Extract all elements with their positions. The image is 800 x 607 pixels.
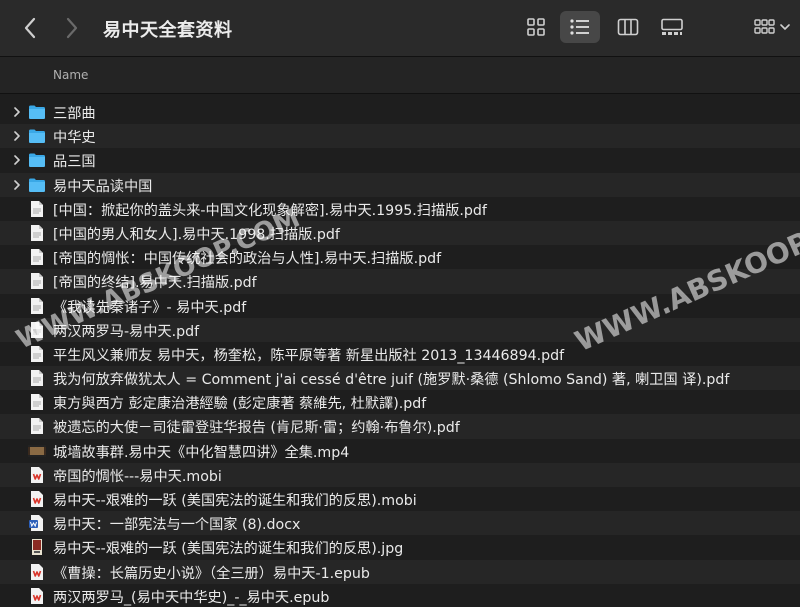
mobi-file-icon xyxy=(28,490,46,508)
folder-row[interactable]: 易中天品读中国 xyxy=(0,172,800,197)
pdf-file-icon xyxy=(28,369,46,387)
gallery-view-button[interactable] xyxy=(652,11,692,43)
file-name: [中国：掀起你的盖头来-中国文化现象解密].易中天.1995.扫描版.pdf xyxy=(53,202,487,219)
file-name: 東方與西方 彭定康治港經驗 (彭定康著 蔡維先, 杜默譯).pdf xyxy=(53,396,427,413)
file-name: 易中天--艰难的一跃 (美国宪法的诞生和我们的反思).mobi xyxy=(53,493,417,509)
grid-icon xyxy=(527,18,545,36)
image-file-icon xyxy=(28,538,46,556)
file-name: 帝国的惆怅---易中天.mobi xyxy=(53,468,222,485)
file-name: 易中天--艰难的一跃 (美国宪法的诞生和我们的反思).jpg xyxy=(53,541,404,558)
column-header: Name xyxy=(0,57,800,94)
file-name: 易中天品读中国 xyxy=(53,178,153,195)
chevron-down-icon xyxy=(780,24,790,31)
name-column-header[interactable]: Name xyxy=(53,68,88,82)
file-name: 《我读先秦诸子》- 易中天.pdf xyxy=(53,299,247,316)
folder-row[interactable]: 中华史 xyxy=(0,124,800,149)
file-row[interactable]: 易中天--艰难的一跃 (美国宪法的诞生和我们的反思).jpg xyxy=(0,535,800,559)
file-row[interactable]: [中国的男人和女人].易中天.1998.扫描版.pdf xyxy=(0,220,800,246)
file-name: 两汉两罗马_(易中天中华史)_-_易中天.epub xyxy=(53,589,330,606)
video-file-icon xyxy=(28,442,46,460)
folder-icon xyxy=(28,176,46,194)
epub-file-icon xyxy=(28,563,46,581)
pdf-file-icon xyxy=(28,393,46,411)
column-view-button[interactable] xyxy=(608,11,648,43)
file-name: 《曹操：长篇历史小说》（全三册）易中天-1.epub xyxy=(53,565,370,582)
disclosure-triangle-icon[interactable] xyxy=(11,179,23,191)
word-document-icon xyxy=(28,514,46,532)
window-title: 易中天全套资料 xyxy=(103,20,233,41)
finder-window: 易中天全套资料 Name 三部曲 中华史 品三国 易中天品读中国 [中国：掀起你… xyxy=(0,0,800,607)
list-icon xyxy=(570,19,589,35)
pdf-file-icon xyxy=(28,272,46,290)
file-row[interactable]: [帝国的终结].易中天.扫描版.pdf xyxy=(0,269,800,294)
folder-row[interactable]: 品三国 xyxy=(0,148,800,172)
list-view-button[interactable] xyxy=(560,11,600,43)
pdf-file-icon xyxy=(28,200,46,218)
pdf-file-icon xyxy=(28,297,46,315)
file-list: 三部曲中华史品三国易中天品读中国 [中国：掀起你的盖头来-中国文化现象解密].易中… xyxy=(0,100,800,607)
file-row[interactable]: 易中天--艰难的一跃 (美国宪法的诞生和我们的反思).mobi xyxy=(0,487,800,511)
group-grid-icon xyxy=(754,19,775,34)
file-name: [中国的男人和女人].易中天.1998.扫描版.pdf xyxy=(53,226,340,243)
pdf-file-icon xyxy=(28,345,46,363)
disclosure-triangle-icon[interactable] xyxy=(11,130,23,142)
chevron-left-icon xyxy=(24,17,36,39)
file-row[interactable]: [中国：掀起你的盖头来-中国文化现象解密].易中天.1995.扫描版.pdf xyxy=(0,197,800,221)
folder-row[interactable]: 三部曲 xyxy=(0,100,800,124)
file-row[interactable]: 《曹操：长篇历史小说》（全三册）易中天-1.epub xyxy=(0,559,800,584)
disclosure-triangle-icon[interactable] xyxy=(11,154,23,166)
group-by-button[interactable] xyxy=(748,11,796,43)
file-name: 被遗忘的大使－司徒雷登驻华报告 (肯尼斯·雷；约翰·布鲁尔).pdf xyxy=(53,420,460,437)
file-row[interactable]: 帝国的惆怅---易中天.mobi xyxy=(0,462,800,487)
file-name: 中华史 xyxy=(53,130,96,147)
icon-view-button[interactable] xyxy=(516,11,556,43)
disclosure-triangle-icon[interactable] xyxy=(11,106,23,118)
pdf-file-icon xyxy=(28,248,46,266)
gallery-icon xyxy=(661,18,683,35)
file-name: 易中天：一部宪法与一个国家 (8).docx xyxy=(53,517,301,534)
file-row[interactable]: 平生风义兼师友 易中天，杨奎松，陈平原等著 新星出版社 2013_1344689… xyxy=(0,342,800,366)
folder-icon xyxy=(28,127,46,145)
chevron-right-icon xyxy=(66,17,78,39)
file-row[interactable]: 两汉两罗马_(易中天中华史)_-_易中天.epub xyxy=(0,584,800,607)
file-row[interactable]: 被遗忘的大使－司徒雷登驻华报告 (肯尼斯·雷；约翰·布鲁尔).pdf xyxy=(0,414,800,439)
back-button[interactable] xyxy=(16,14,44,42)
file-name: 我为何放弃做犹太人 = Comment j'ai cessé d'être ju… xyxy=(53,372,730,389)
file-name: [帝国的终结].易中天.扫描版.pdf xyxy=(53,275,257,292)
pdf-file-icon xyxy=(28,224,46,242)
forward-button[interactable] xyxy=(58,14,86,42)
file-row[interactable]: 易中天：一部宪法与一个国家 (8).docx xyxy=(0,511,800,536)
pdf-file-icon xyxy=(28,321,46,339)
pdf-file-icon xyxy=(28,417,46,435)
file-row[interactable]: 東方與西方 彭定康治港經驗 (彭定康著 蔡維先, 杜默譯).pdf xyxy=(0,390,800,414)
file-row[interactable]: 两汉两罗马-易中天.pdf xyxy=(0,317,800,342)
file-name: 三部曲 xyxy=(53,106,96,122)
epub-file-icon xyxy=(28,587,46,605)
columns-icon xyxy=(617,18,639,36)
folder-icon xyxy=(28,103,46,121)
file-name: 城墙故事群.易中天《中化智慧四讲》全集.mp4 xyxy=(53,444,350,461)
file-row[interactable]: 城墙故事群.易中天《中化智慧四讲》全集.mp4 xyxy=(0,439,800,463)
folder-icon xyxy=(28,151,46,169)
toolbar: 易中天全套资料 xyxy=(0,0,800,57)
file-name: 平生风义兼师友 易中天，杨奎松，陈平原等著 新星出版社 2013_1344689… xyxy=(53,347,565,364)
file-name: 两汉两罗马-易中天.pdf xyxy=(53,323,200,340)
file-row[interactable]: 我为何放弃做犹太人 = Comment j'ai cessé d'être ju… xyxy=(0,366,800,391)
file-row[interactable]: 《我读先秦诸子》- 易中天.pdf xyxy=(0,294,800,318)
file-row[interactable]: [帝国的惆怅：中国传统社会的政治与人性].易中天.扫描版.pdf xyxy=(0,245,800,269)
mobi-file-icon xyxy=(28,466,46,484)
file-name: [帝国的惆怅：中国传统社会的政治与人性].易中天.扫描版.pdf xyxy=(53,251,442,268)
file-name: 品三国 xyxy=(53,154,96,171)
